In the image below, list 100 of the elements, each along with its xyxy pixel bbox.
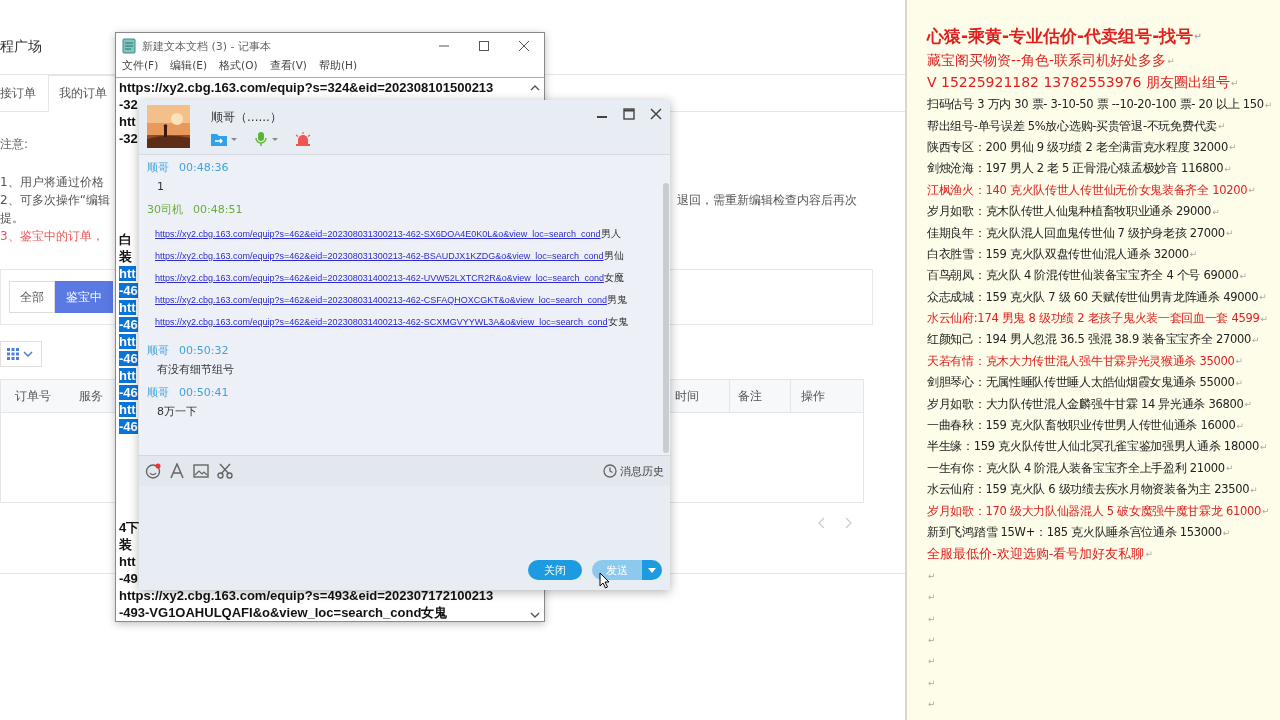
message-text: 有没有细节组号 [156,362,235,378]
notice-text: 2、可多次操作“编辑 [0,192,110,209]
message-text: 女魔 [604,271,625,285]
paragraph-mark: ↵ [1252,335,1260,345]
menu-item[interactable]: 帮助(H) [318,59,357,77]
ad-text: 一曲春秋：159 克火队畜牧职业传世男人传世仙通杀 16000 [927,418,1236,434]
ad-text: V 15225921182 13782553976 朋友圈出组号 [927,74,1230,92]
text-line: 装 [119,249,132,264]
ad-text: 剑胆琴心：无属性睡队传世睡人太皓仙烟霞女鬼通杀 55000 [927,375,1235,391]
link[interactable]: https://xy2.cbg.163.com/equip?s=462&eid=202308031400213-462-UVW52LXTCR2R&o&view_loc=search_cond [155,273,605,283]
menu-item[interactable]: 格式(O) [219,59,258,77]
paragraph-mark: ↵ [1259,292,1267,303]
message-time: 00:48:51 [193,203,243,216]
dropdown-button[interactable] [642,560,662,580]
maximize-icon[interactable] [478,40,490,52]
link[interactable]: https://xy2.cbg.163.com/equip?s=462&eid=202308031400213-462-CSFAQHOXCGKT&o&view_loc=search_cond [155,295,608,305]
message-text: 1 [156,179,165,195]
text-line: 4下 [119,520,140,535]
paragraph-mark: ↵ [1236,420,1244,431]
text-line: https://xy2.cbg.163.com/equip?s=324&eid=202308101500213 [119,80,494,95]
scrollbar[interactable] [663,183,669,453]
paragraph-mark: ↵ [1189,249,1197,260]
maximize-icon[interactable] [623,108,635,120]
filter-button[interactable]: 全部 [9,281,55,313]
ad-text: 新到飞鸿踏雪 15W+：185 克火队睡杀宫位通杀 153000 [927,525,1222,540]
paragraph-mark: ↵ [1167,56,1175,66]
ad-text: 扫码估号 3 万内 30 票- 3-10-50 票 --10-20-100 票- 20 以上 150 [927,97,1264,113]
ad-text: 佳期良年：克火队混人回血鬼传世仙 7 级护身老孩 27000 [927,225,1225,241]
font-icon[interactable] [169,463,185,479]
column-header: 订单号 [14,387,52,405]
column-header: 时间 [674,387,700,405]
ad-text: 全服最低价-欢迎选购-看号加好友私聊 [927,545,1145,564]
sender-name: 顺哥 [147,343,169,358]
ad-text: 水云仙府:174 男鬼 8 级功绩 2 老孩子鬼火装一套回血一套 4599 [927,311,1260,327]
paragraph-mark: ↵ [1225,463,1234,474]
paragraph-mark: ↵ [1224,163,1232,174]
scroll-down-icon[interactable] [530,611,540,619]
ad-text: 红颜知己：194 男人忽混 36.5 强混 38.9 装备宝宝齐全 27000 [927,332,1251,348]
paragraph-mark: ↵ [928,699,936,710]
alarm-icon[interactable] [295,132,311,146]
ad-text: 岁月如歌：克木队传世人仙鬼种植畜牧职业通杀 29000 [927,204,1212,220]
sender-name: 顺哥 [147,385,169,400]
paragraph-mark: ↵ [1235,377,1243,388]
ad-text: 岁月如歌：170 级大力队仙器混人 5 破女魔强牛魔甘霖龙 61000 [927,503,1261,519]
filter-button[interactable]: 鉴宝中 [55,281,113,313]
ad-text: 帮出组号-单号误差 5%放心选购-买贵管退-不玩免费代卖 [927,118,1217,134]
text-line: -49 [119,571,138,586]
text-line: -493-VG1OAHULQAFI&o&view_loc=search_cond女鬼 [119,605,448,620]
grid-icon [7,348,19,360]
scissors-icon[interactable] [217,463,233,479]
layout-dropdown[interactable] [0,341,42,367]
paragraph-mark: ↵ [1239,270,1247,281]
sender-name: 30司机 [147,202,183,217]
emoji-icon[interactable] [145,463,161,479]
notice-label: 注意: [0,136,29,153]
sender-name: 顺哥 [147,160,169,175]
close-icon[interactable] [650,108,662,120]
notice-text: 提。 [0,210,24,227]
text-line: htt [119,114,136,129]
window-title: 新建文本文档 (3) - 记事本 [142,38,273,54]
message-time: 00:50:41 [179,386,229,399]
ad-text: 水云仙府：159 克火队 6 级功绩去疾水月物资装备为主 23500 [927,482,1250,498]
message-text: 男仙 [603,249,624,263]
menu-item[interactable]: 文件(F) [122,59,159,77]
paragraph-mark: ↵ [1262,506,1270,517]
paragraph-mark: ↵ [928,613,936,624]
paragraph-mark: ↵ [1244,399,1252,410]
close-icon[interactable] [518,40,530,52]
ad-text: 百鸟朝凤：克火队 4 阶混传世仙装备宝宝齐全 4 个号 69000 [927,268,1239,284]
menu-item[interactable]: 编辑(E) [170,59,208,77]
paragraph-mark: ↵ [928,592,936,603]
message-text: 男鬼 [607,293,628,307]
paragraph-mark: ↵ [928,570,936,581]
ad-text: 岁月如歌：大力队传世混人金麟强牛甘霖 14 异光通杀 36800 [927,396,1244,412]
column-header: 服务 [78,387,103,405]
link[interactable]: https://xy2.cbg.163.com/equip?s=462&eid=202308031400213-462-SCXMGVYYWL3A&o&view_loc=search_cond [155,317,608,327]
ad-text: 江枫渔火：140 克火队传世人传世仙无价女鬼装备齐全 10200 [927,182,1248,198]
ad-text: 剑烛沧海：197 男人 2 老 5 正骨混心猿孟极妙音 116800 [927,161,1224,177]
message-text: 女鬼 [607,315,628,329]
history-button[interactable]: 消息历史 [603,463,664,479]
image-icon[interactable] [193,463,209,479]
paragraph-mark: ↵ [1235,356,1243,367]
tab[interactable]: 我的订单 [48,75,118,112]
ad-text: 心猿-乘黄-专业估价-代卖组号-找号 [927,24,1194,48]
contact-name: 顺哥（......） [211,109,283,126]
paragraph-mark: ↵ [1248,185,1256,196]
paragraph-mark: ↵ [1217,121,1226,132]
notepad-icon [122,38,136,54]
file-transfer-icon[interactable] [211,132,237,146]
ad-text: 白衣胜雪：159 克火队双盘传世仙混人通杀 32000 [927,246,1189,262]
text-line: 装 [119,537,132,552]
ad-text: 众志成城：159 克火队 7 级 60 天赋传世仙男青龙阵通杀 49000 [927,289,1259,305]
paragraph-mark: ↵ [1260,313,1268,324]
ad-text: 陕西专区：200 男仙 9 级功绩 2 老全满雷克水程度 32000 [927,139,1228,155]
menu-item[interactable]: 查看(V) [269,59,307,77]
tab[interactable]: 接订单 [0,75,44,111]
paragraph-mark: ↵ [1230,78,1239,88]
link[interactable]: https://xy2.cbg.163.com/equip?s=462&eid=202308031300213-462-SX6DOA4E0K0L&o&view_loc=search_cond [155,229,601,239]
scroll-up-icon[interactable] [530,84,540,92]
link[interactable]: https://xy2.cbg.163.com/equip?s=462&eid=202308031300213-462-BSAUDJX1KZDG&o&view_loc=search_cond [155,251,604,261]
